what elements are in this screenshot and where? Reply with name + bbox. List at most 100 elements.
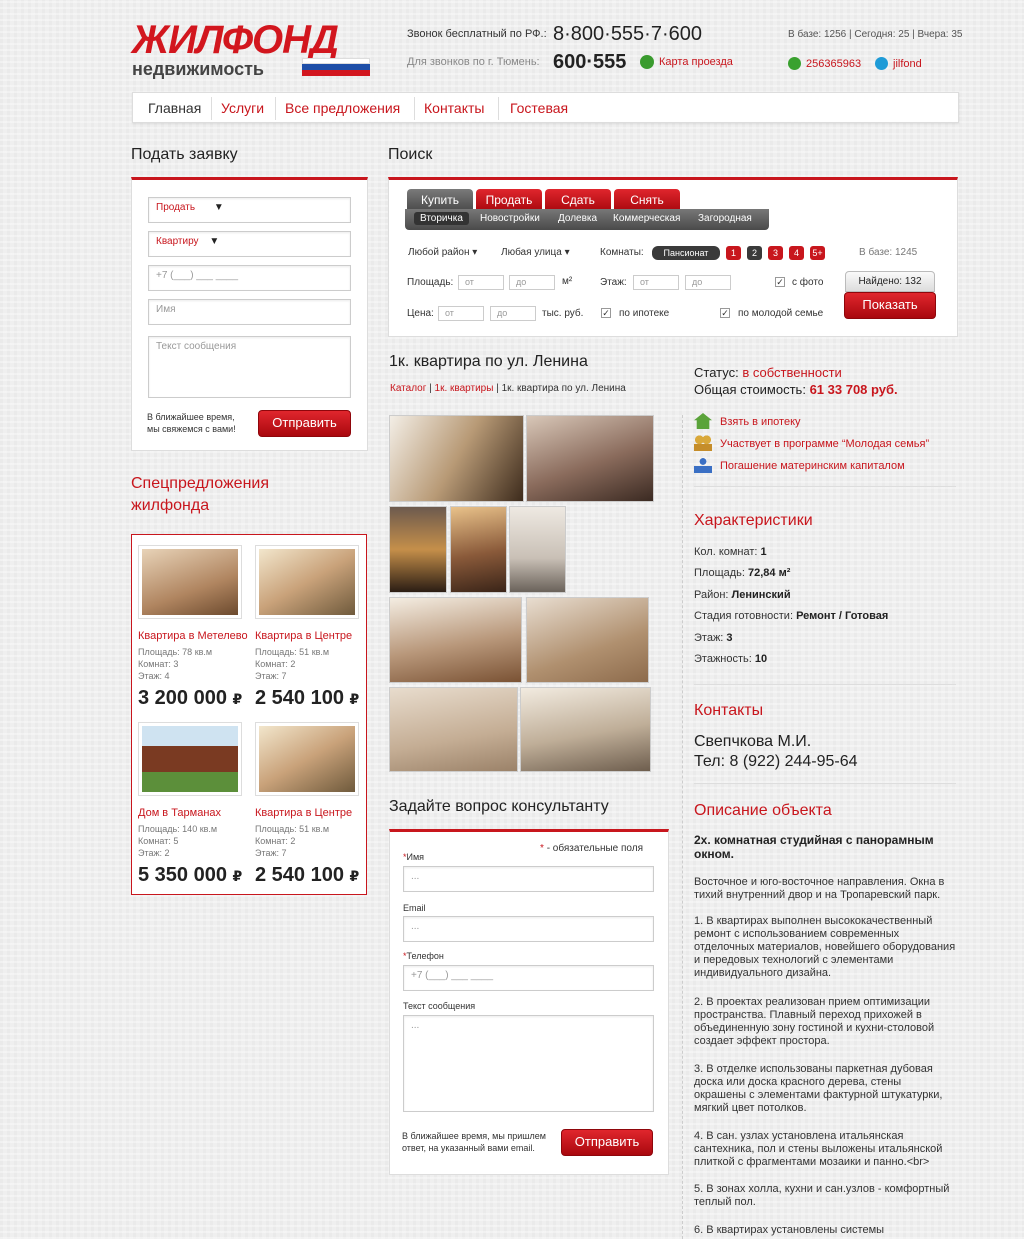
listing-photo[interactable] xyxy=(526,415,654,502)
subtab-country[interactable]: Загородная xyxy=(698,213,752,224)
mortgage-label: по ипотеке xyxy=(619,308,670,319)
found-count: Найдено: 132 xyxy=(845,271,935,292)
logo-title[interactable]: ЖИЛФОНД xyxy=(132,20,339,60)
subtab-secondary[interactable]: Вторичка xyxy=(414,212,469,225)
young-family-label: по молодой семье xyxy=(738,308,824,319)
deal-type-select[interactable]: Продать ▼ xyxy=(148,197,351,223)
district-select[interactable]: Любой район ▾ xyxy=(408,247,477,258)
column-divider xyxy=(682,415,683,1239)
area-label: Площадь: xyxy=(407,277,454,288)
spec-floors-total: Этажность: 10 xyxy=(694,653,768,665)
area-from-input[interactable]: от xyxy=(458,275,504,290)
floor-to-input[interactable]: до xyxy=(685,275,731,290)
icq-number[interactable]: 256365963 xyxy=(806,58,861,70)
special-photo[interactable] xyxy=(138,545,242,619)
rooms-option-5plus[interactable]: 5+ xyxy=(810,246,825,260)
subtab-new[interactable]: Новостройки xyxy=(480,213,540,224)
nav-item-contacts[interactable]: Контакты xyxy=(424,100,484,116)
special-photo[interactable] xyxy=(255,545,359,619)
listing-photo[interactable] xyxy=(509,506,566,593)
breadcrumb-catalog[interactable]: Каталог xyxy=(390,383,426,394)
subtab-commercial[interactable]: Коммерческая xyxy=(613,213,680,224)
with-photo-checkbox[interactable]: ✓ xyxy=(775,277,785,287)
option-maternity-capital[interactable]: Погашение материнским капиталом xyxy=(720,460,905,472)
tab-rent[interactable]: Снять xyxy=(614,189,680,211)
listing-photo[interactable] xyxy=(520,687,651,772)
special-meta: Площадь: 140 кв.м Комнат: 5 Этаж: 2 xyxy=(138,824,218,858)
nav-item-home[interactable]: Главная xyxy=(148,100,201,116)
map-pin-icon xyxy=(640,55,654,69)
nav-item-offers[interactable]: Все предложения xyxy=(285,100,400,116)
special-meta: Площадь: 51 кв.м Комнат: 2 Этаж: 7 xyxy=(255,824,330,858)
floor-from-input[interactable]: от xyxy=(633,275,679,290)
q-note: В ближайшее время, мы пришлем ответ, на … xyxy=(402,1131,546,1153)
listing-photo[interactable] xyxy=(389,597,522,683)
rooms-option-4[interactable]: 4 xyxy=(789,246,804,260)
description-paragraph: 3. В отделке использованы паркетная дубо… xyxy=(694,1063,943,1114)
request-form-title: Подать заявку xyxy=(131,146,238,163)
rooms-option-3[interactable]: 3 xyxy=(768,246,783,260)
q-email-input[interactable]: ... xyxy=(403,916,654,942)
spec-district: Район: Ленинский xyxy=(694,589,791,601)
show-results-button[interactable]: Показать xyxy=(844,292,936,319)
q-phone-input[interactable]: +7 (___) ___ ____ xyxy=(403,965,654,991)
listing-photo[interactable] xyxy=(389,506,447,593)
description-paragraph: Восточное и юго-восточное направления. О… xyxy=(694,876,945,901)
map-link[interactable]: Карта проезда xyxy=(659,56,733,68)
request-note: В ближайшее время, мы свяжемся с вами! xyxy=(147,412,236,434)
rooms-option-pension[interactable]: Пансионат xyxy=(652,246,720,260)
special-title[interactable]: Квартира в Центре xyxy=(255,807,352,819)
q-submit-button[interactable]: Отправить xyxy=(561,1129,653,1156)
listing-title: 1к. квартира по ул. Ленина xyxy=(389,353,588,370)
price-to-input[interactable]: до xyxy=(490,306,536,321)
divider xyxy=(694,684,956,685)
special-photo[interactable] xyxy=(138,722,242,796)
divider xyxy=(694,486,956,487)
tab-rent-out[interactable]: Сдать xyxy=(545,189,611,211)
free-call-phone[interactable]: 8·800·555·7·600 xyxy=(553,23,702,46)
option-mortgage[interactable]: Взять в ипотеку xyxy=(720,416,801,428)
price-from-input[interactable]: от xyxy=(438,306,484,321)
listing-photo[interactable] xyxy=(389,687,518,772)
listing-photo[interactable] xyxy=(526,597,649,683)
request-name-input[interactable]: Имя xyxy=(148,299,351,325)
special-photo[interactable] xyxy=(255,722,359,796)
q-message-textarea[interactable]: ... xyxy=(403,1015,654,1112)
request-phone-input[interactable]: +7 (___) ___ ____ xyxy=(148,265,351,291)
q-name-input[interactable]: ... xyxy=(403,866,654,892)
special-title[interactable]: Квартира в Метелево xyxy=(138,630,248,642)
request-submit-button[interactable]: Отправить xyxy=(258,410,351,437)
special-price: 3 200 000 ₽ xyxy=(138,687,243,709)
spec-area: Площадь: 72,84 м² xyxy=(694,567,791,579)
special-title[interactable]: Квартира в Центре xyxy=(255,630,352,642)
nav-item-services[interactable]: Услуги xyxy=(221,100,264,116)
tab-buy[interactable]: Купить xyxy=(407,189,473,211)
mortgage-checkbox[interactable]: ✓ xyxy=(601,308,611,318)
main-nav: Главная Услуги Все предложения Контакты … xyxy=(132,92,959,123)
breadcrumb-category[interactable]: 1к. квартиры xyxy=(435,383,494,394)
request-message-textarea[interactable]: Текст сообщения xyxy=(148,336,351,398)
area-to-input[interactable]: до xyxy=(509,275,555,290)
special-meta: Площадь: 51 кв.м Комнат: 2 Этаж: 7 xyxy=(255,647,330,681)
contact-phone[interactable]: Тел: 8 (922) 244-95-64 xyxy=(694,753,858,771)
tab-sell[interactable]: Продать xyxy=(476,189,542,211)
required-note: * - обязательные поля xyxy=(540,843,644,854)
price-unit: тыс. руб. xyxy=(542,308,584,319)
rooms-option-1[interactable]: 1 xyxy=(726,246,741,260)
rooms-option-2[interactable]: 2 xyxy=(747,246,762,260)
listing-photo[interactable] xyxy=(450,506,507,593)
listing-photo[interactable] xyxy=(389,415,524,502)
free-call-label: Звонок бесплатный по РФ.: xyxy=(407,28,547,40)
street-select[interactable]: Любая улица ▾ xyxy=(501,247,570,258)
spec-rooms: Кол. комнат: 1 xyxy=(694,546,767,558)
search-subtabs: Вторичка Новостройки Долевка Коммерческа… xyxy=(405,209,769,230)
object-type-select[interactable]: Квартиру ▼ xyxy=(148,231,351,257)
special-title[interactable]: Дом в Тарманах xyxy=(138,807,221,819)
young-family-checkbox[interactable]: ✓ xyxy=(720,308,730,318)
city-phone[interactable]: 600·555 xyxy=(553,51,626,74)
subtab-shared[interactable]: Долевка xyxy=(558,213,597,224)
option-young-family[interactable]: Участвует в программе “Молодая семья” xyxy=(720,438,929,450)
skype-name[interactable]: jilfond xyxy=(893,58,922,70)
special-price: 2 540 100 ₽ xyxy=(255,687,360,709)
nav-item-guestbook[interactable]: Гостевая xyxy=(510,100,568,116)
